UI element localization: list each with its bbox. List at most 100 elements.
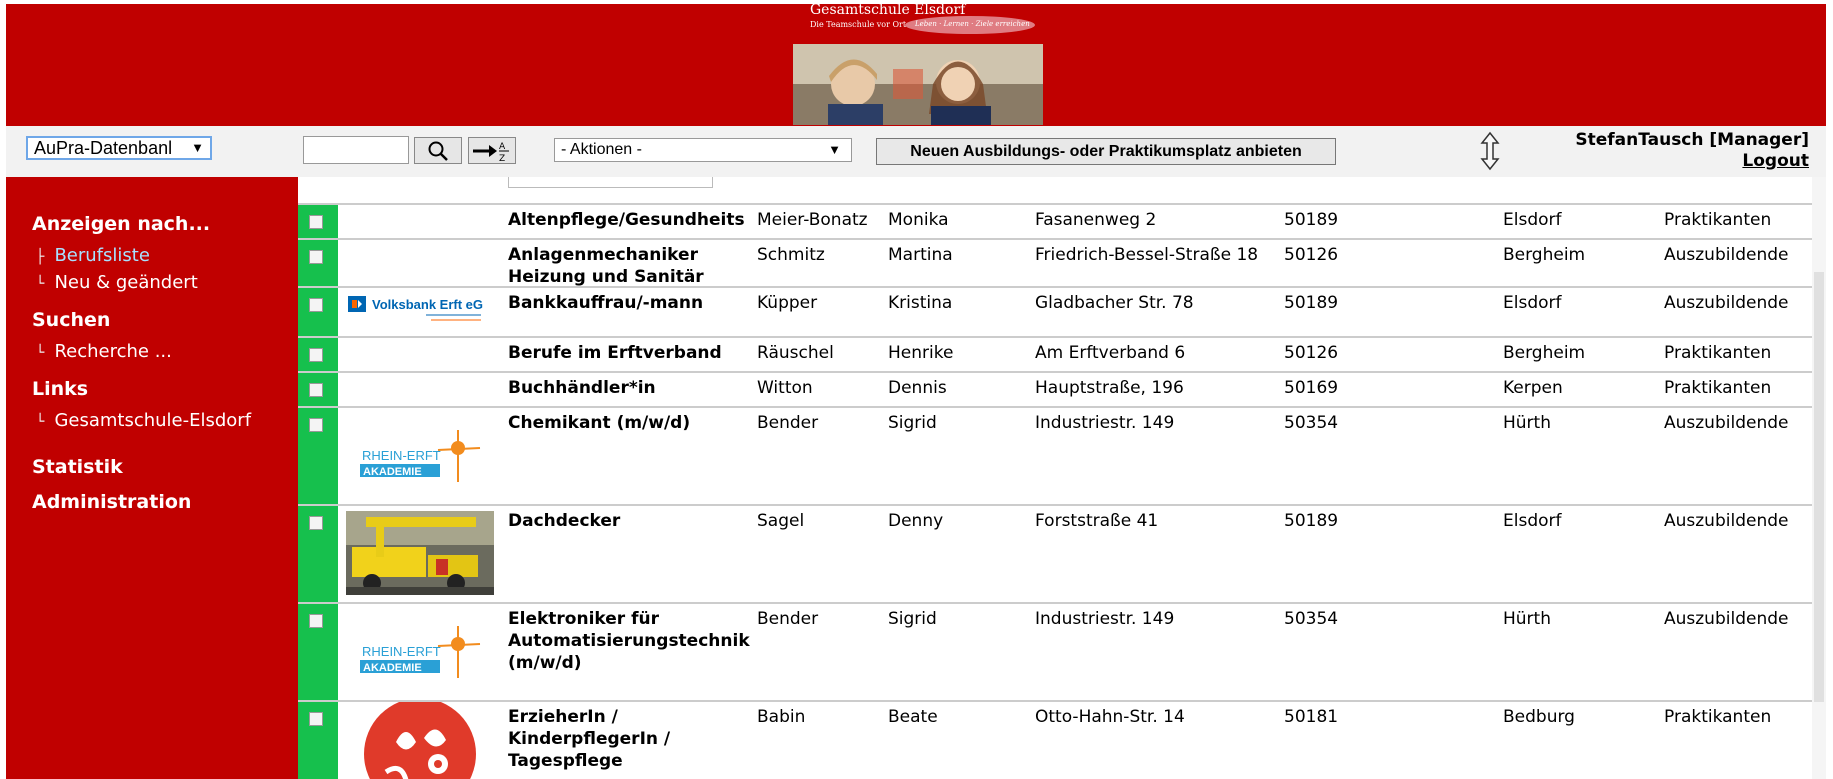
- table-row[interactable]: ErzieherIn / KinderpflegerIn / Tagespfle…: [298, 700, 1812, 779]
- scrollbar-thumb[interactable]: [1814, 272, 1824, 702]
- vertical-scrollbar[interactable]: [1812, 177, 1826, 779]
- job-title[interactable]: Anlagenmechaniker Heizung und Sanitär: [508, 244, 758, 288]
- table-row[interactable]: RHEIN-ERFT AKADEMIE Chemikant (m/w/d) Be…: [298, 406, 1812, 504]
- search-icon: [428, 141, 448, 161]
- row-select-cell[interactable]: [298, 373, 338, 406]
- contact-last-name: Küpper: [757, 293, 818, 313]
- zip: 50189: [1284, 511, 1339, 531]
- table-row[interactable]: Altenpflege/Gesundheits Meier-Bonatz Mon…: [298, 203, 1812, 238]
- row-checkbox[interactable]: [309, 250, 323, 264]
- zip: 50354: [1284, 609, 1339, 629]
- contact-first-name: Martina: [888, 245, 953, 265]
- position-type: Auszubildende: [1664, 245, 1789, 265]
- roofer-truck-photo: [346, 511, 494, 595]
- job-title[interactable]: ErzieherIn / KinderpflegerIn / Tagespfle…: [508, 706, 758, 772]
- row-checkbox[interactable]: [309, 348, 323, 362]
- job-title[interactable]: Elektroniker für Automatisierungstechnik…: [508, 608, 758, 674]
- row-checkbox[interactable]: [309, 712, 323, 726]
- contact-last-name: Schmitz: [757, 245, 825, 265]
- position-type: Praktikanten: [1664, 210, 1772, 230]
- sidebar-item-neu-geaendert[interactable]: └ Neu & geändert: [36, 272, 198, 293]
- sidebar-item-gesamtschule-elsdorf[interactable]: └ Gesamtschule-Elsdorf: [36, 410, 251, 431]
- database-select-value: AuPra-Datenbanl: [34, 138, 173, 158]
- database-select[interactable]: AuPra-Datenbanl ▼: [26, 136, 212, 160]
- table-row[interactable]: Berufe im Erftverband Räuschel Henrike A…: [298, 336, 1812, 371]
- city: Hürth: [1503, 413, 1551, 433]
- search-input[interactable]: [303, 136, 409, 164]
- row-checkbox[interactable]: [309, 215, 323, 229]
- position-type: Praktikanten: [1664, 343, 1772, 363]
- table-row[interactable]: Volksbank Erft eG Bankkauffrau/-mann Küp…: [298, 286, 1812, 336]
- resize-vertical-icon[interactable]: [1478, 131, 1502, 171]
- tree-end-icon: └: [36, 414, 45, 430]
- row-select-cell[interactable]: [298, 702, 338, 779]
- header-photo: [793, 44, 1043, 125]
- row-checkbox[interactable]: [309, 383, 323, 397]
- row-select-cell[interactable]: [298, 408, 338, 504]
- zip: 50126: [1284, 343, 1339, 363]
- street: Industriestr. 149: [1035, 413, 1175, 433]
- table-row[interactable]: Anlagenmechaniker Heizung und Sanitär Sc…: [298, 238, 1812, 288]
- street: Friedrich-Bessel-Straße 18: [1035, 245, 1259, 265]
- row-checkbox[interactable]: [309, 516, 323, 530]
- toolbar: AuPra-Datenbanl ▼ A Z - Aktionen - ▼ Neu…: [6, 126, 1826, 177]
- job-title[interactable]: Buchhändler*in: [508, 377, 758, 399]
- zip: 50126: [1284, 245, 1339, 265]
- school-motto: Leben · Lernen · Ziele erreichen: [915, 20, 1030, 28]
- row-checkbox[interactable]: [309, 418, 323, 432]
- row-checkbox[interactable]: [309, 614, 323, 628]
- position-type: Auszubildende: [1664, 609, 1789, 629]
- street: Forststraße 41: [1035, 511, 1159, 531]
- street: Hauptstraße, 196: [1035, 378, 1184, 398]
- zip: 50169: [1284, 378, 1339, 398]
- sidebar-item-recherche[interactable]: └ Recherche ...: [36, 341, 172, 362]
- sidebar-section-statistik[interactable]: Statistik: [32, 456, 123, 478]
- sort-az-button[interactable]: A Z: [468, 137, 516, 164]
- volksbank-logo: Volksbank Erft eG: [348, 296, 483, 321]
- row-select-cell[interactable]: [298, 240, 338, 286]
- job-title[interactable]: Bankkauffrau/-mann: [508, 292, 758, 314]
- logout-link[interactable]: Logout: [1742, 151, 1809, 171]
- job-title[interactable]: Chemikant (m/w/d): [508, 412, 758, 434]
- window-frame-right: [1826, 0, 1833, 779]
- table-row[interactable]: Dachdecker Sagel Denny Forststraße 41 50…: [298, 504, 1812, 602]
- school-tagline: Die Teamschule vor Ort: [810, 20, 907, 29]
- job-title[interactable]: Berufe im Erftverband: [508, 342, 758, 364]
- contact-last-name: Meier-Bonatz: [757, 210, 868, 230]
- city: Bergheim: [1503, 343, 1586, 363]
- sidebar-section-administration[interactable]: Administration: [32, 491, 191, 513]
- contact-first-name: Monika: [888, 210, 949, 230]
- sort-az-icon: A Z: [473, 142, 509, 163]
- street: Fasanenweg 2: [1035, 210, 1157, 230]
- row-select-cell[interactable]: [298, 338, 338, 371]
- filter-input-stub[interactable]: [508, 177, 713, 188]
- offer-position-button[interactable]: Neuen Ausbildungs- oder Praktikumsplatz …: [876, 138, 1336, 165]
- street: Otto-Hahn-Str. 14: [1035, 707, 1185, 727]
- sidebar-section-anzeigen[interactable]: Anzeigen nach...: [32, 213, 210, 235]
- table-row[interactable]: Buchhändler*in Witton Dennis Hauptstraße…: [298, 371, 1812, 406]
- street: Am Erftverband 6: [1035, 343, 1186, 363]
- contact-last-name: Sagel: [757, 511, 805, 531]
- akademie-logo-text: AKADEMIE: [363, 662, 422, 674]
- tree-end-icon: └: [36, 345, 45, 361]
- search-button[interactable]: [414, 137, 462, 164]
- job-title[interactable]: Altenpflege/Gesundheits: [508, 209, 758, 231]
- table-row[interactable]: RHEIN-ERFT AKADEMIE Elektroniker für Aut…: [298, 602, 1812, 700]
- city: Kerpen: [1503, 378, 1563, 398]
- row-checkbox[interactable]: [309, 298, 323, 312]
- tree-end-icon: └: [36, 276, 45, 292]
- city: Hürth: [1503, 609, 1551, 629]
- svg-text:Z: Z: [499, 154, 505, 163]
- sidebar-section-suchen[interactable]: Suchen: [32, 309, 110, 331]
- row-select-cell[interactable]: [298, 205, 338, 238]
- position-type: Praktikanten: [1664, 378, 1772, 398]
- sidebar-item-berufsliste[interactable]: ├ Berufsliste: [36, 245, 150, 266]
- volksbank-logo-text: Volksbank Erft eG: [372, 297, 483, 312]
- row-select-cell[interactable]: [298, 288, 338, 336]
- actions-select[interactable]: - Aktionen - ▼: [554, 138, 852, 162]
- contact-first-name: Denny: [888, 511, 944, 531]
- row-select-cell[interactable]: [298, 506, 338, 602]
- row-select-cell[interactable]: [298, 604, 338, 700]
- sidebar-section-links[interactable]: Links: [32, 378, 88, 400]
- job-title[interactable]: Dachdecker: [508, 510, 758, 532]
